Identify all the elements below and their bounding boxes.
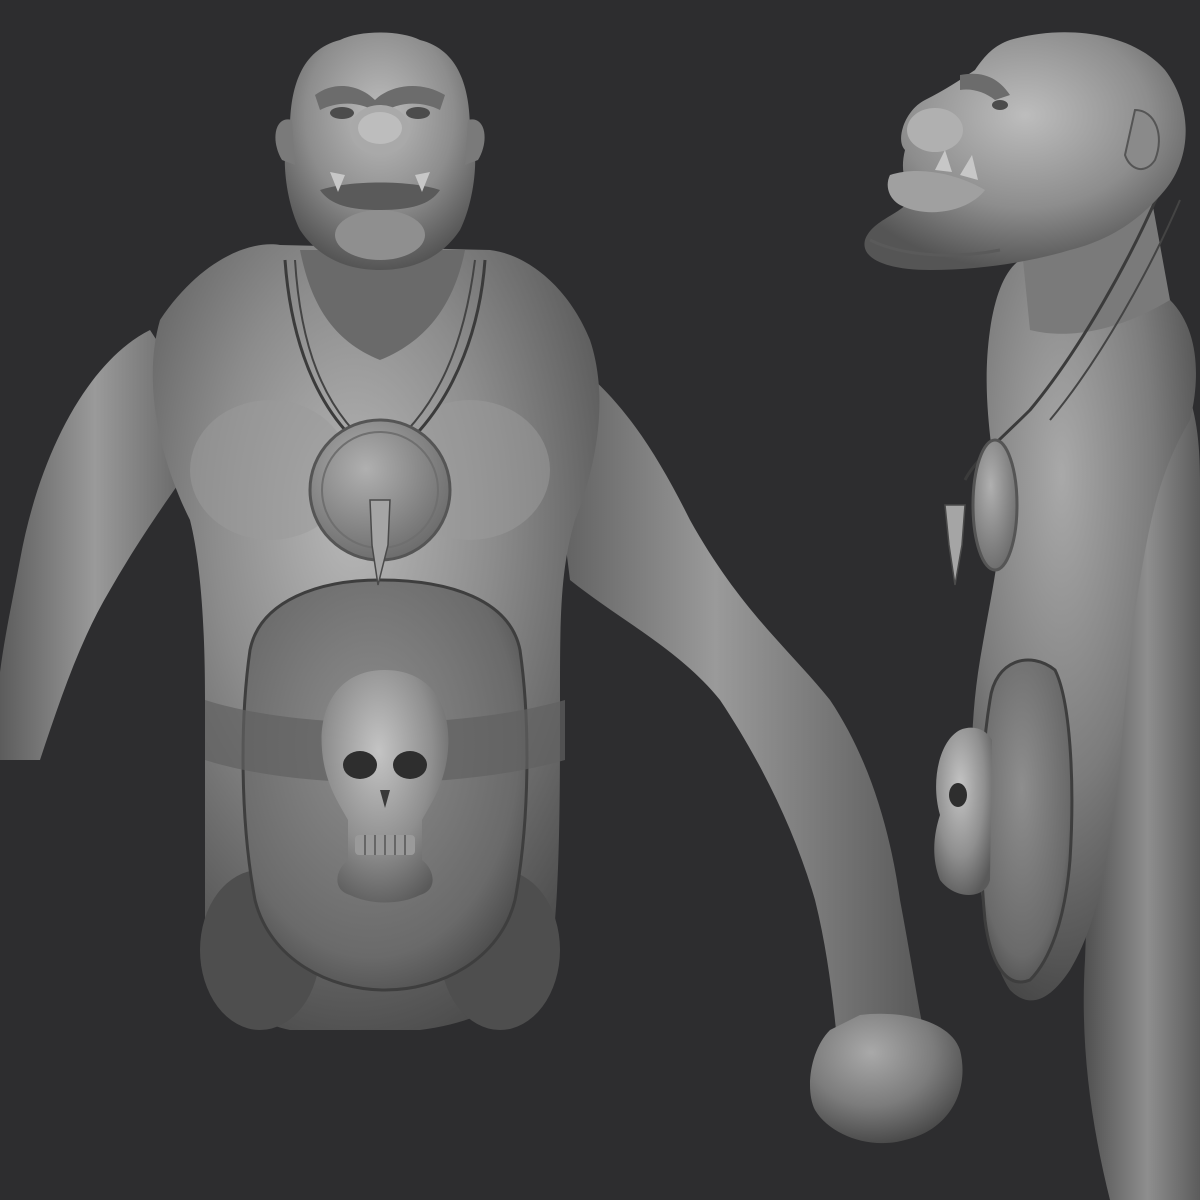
side-skull [934,727,992,895]
sculpt-viewport [0,0,1200,1200]
sculpt-render [0,32,1200,1200]
side-tooth-pendant [944,504,966,586]
front-right-fist [810,1013,963,1144]
front-orc-head [275,32,485,270]
side-disc-pendant [971,438,1019,572]
orc-front-view [0,32,963,1144]
front-right-arm [540,340,930,1070]
